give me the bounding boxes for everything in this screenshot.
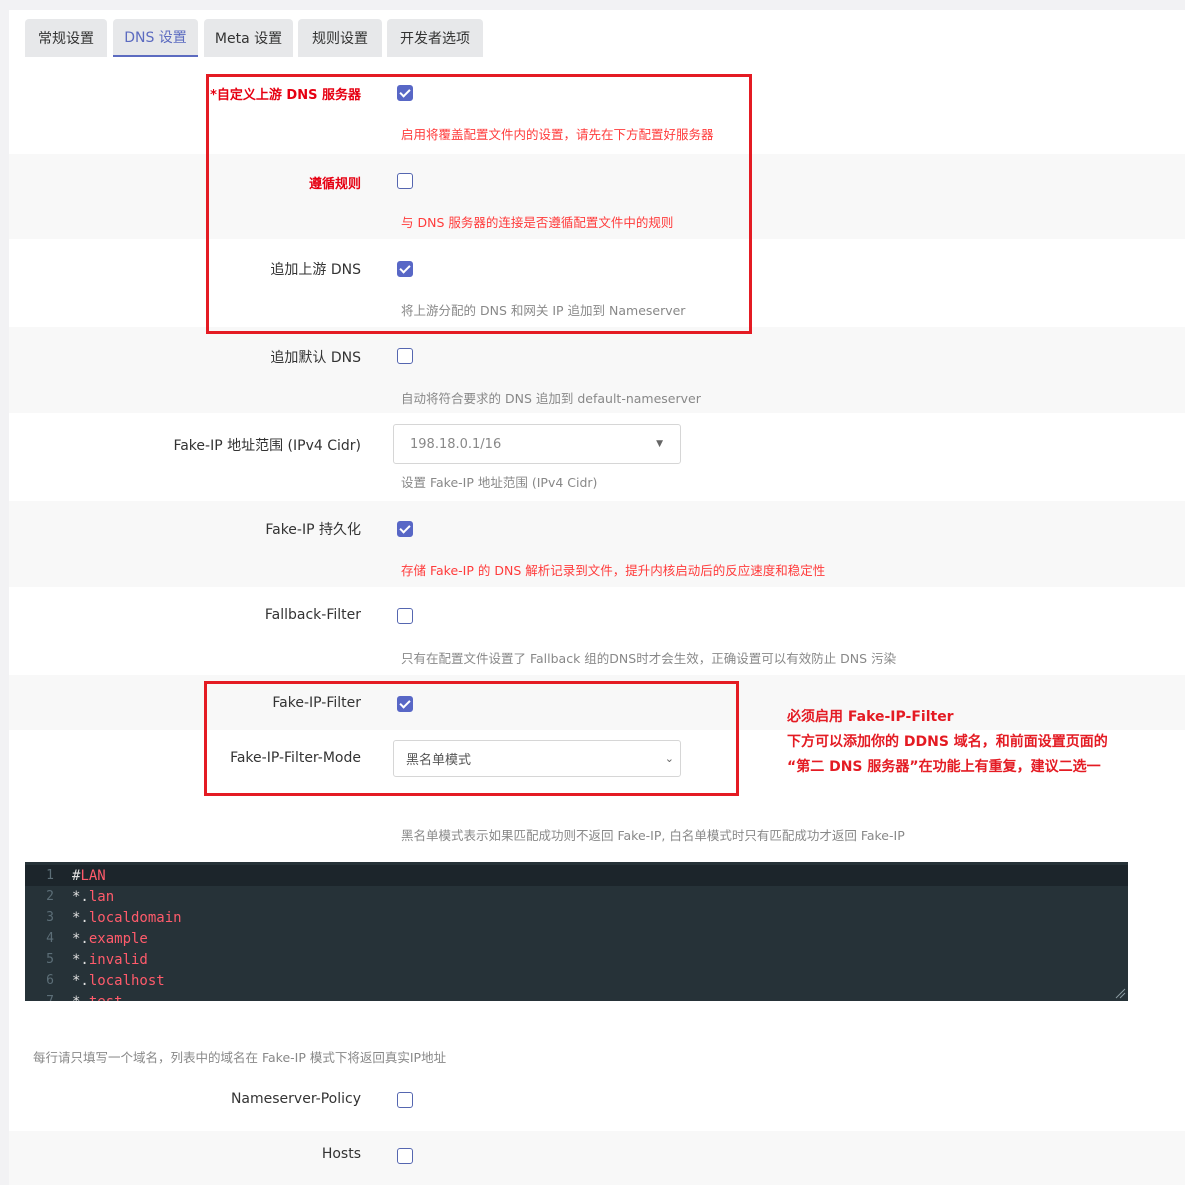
editor-hint: 每行请只填写一个域名，列表中的域名在 Fake-IP 模式下将返回真实IP地址	[33, 1050, 447, 1065]
tab-developer[interactable]: 开发者选项	[387, 19, 483, 57]
custom-upstream-desc: 启用将覆盖配置文件内的设置，请先在下方配置好服务器	[401, 127, 714, 142]
fakeip-range-value: 198.18.0.1/16	[410, 436, 502, 452]
annotation-line: 下方可以添加你的 DDNS 域名，和前面设置页面的	[787, 734, 1108, 750]
code-prefix: *.	[72, 972, 89, 989]
custom-upstream-label: *自定义上游 DNS 服务器	[210, 88, 361, 103]
line-number: 2	[46, 889, 54, 904]
follow-rules-checkbox[interactable]	[397, 173, 413, 189]
append-default-checkbox[interactable]	[397, 348, 413, 364]
code-prefix: *.	[72, 888, 89, 905]
editor-line: 6 *.localhost	[25, 970, 1128, 991]
fallback-filter-desc: 只有在配置文件设置了 Fallback 组的DNS时才会生效，正确设置可以有效防…	[401, 651, 897, 666]
fakeip-filter-mode-desc: 黑名单模式表示如果匹配成功则不返回 Fake-IP, 白名单模式时只有匹配成功才…	[401, 828, 905, 843]
append-default-label: 追加默认 DNS	[270, 350, 361, 366]
follow-rules-label: 遵循规则	[308, 177, 361, 192]
code-prefix: *.	[72, 930, 89, 947]
tab-rules[interactable]: 规则设置	[298, 19, 382, 57]
code-text: localdomain	[88, 909, 182, 926]
code-text: example	[88, 930, 148, 947]
follow-rules-desc: 与 DNS 服务器的连接是否遵循配置文件中的规则	[401, 215, 674, 230]
line-number: 1	[46, 868, 54, 883]
code-text: invalid	[88, 951, 148, 968]
code-text: LAN	[80, 867, 106, 884]
code-prefix: *.	[72, 909, 89, 926]
fakeip-filter-editor[interactable]: 1 #LAN 2 *.lan 3 *.localdomain 4 *.examp…	[25, 862, 1128, 1001]
editor-line: 2 *.lan	[25, 886, 1128, 907]
line-number: 3	[46, 910, 54, 925]
line-number: 4	[46, 931, 54, 946]
hosts-checkbox[interactable]	[397, 1148, 413, 1164]
annotation-line: 必须启用 Fake-IP-Filter	[787, 709, 954, 725]
fakeip-persist-desc: 存储 Fake-IP 的 DNS 解析记录到文件，提升内核启动后的反应速度和稳定…	[401, 563, 826, 578]
code-prefix: *.	[72, 951, 89, 968]
fallback-filter-label: Fallback-Filter	[264, 607, 361, 623]
code-text: test	[89, 994, 123, 1002]
fakeip-filter-mode-label: Fake-IP-Filter-Mode	[230, 750, 361, 766]
fallback-filter-checkbox[interactable]	[397, 608, 413, 624]
annotation-line: “第二 DNS 服务器”在功能上有重复，建议二选一	[787, 759, 1101, 775]
code-prefix: *.	[72, 994, 89, 1002]
fakeip-range-desc: 设置 Fake-IP 地址范围 (IPv4 Cidr)	[401, 475, 598, 490]
tab-meta[interactable]: Meta 设置	[204, 19, 293, 57]
nameserver-policy-label: Nameserver-Policy	[230, 1091, 361, 1107]
resize-handle-icon[interactable]	[1114, 987, 1126, 999]
chevron-down-icon: ⌄	[664, 752, 674, 765]
code-text: localhost	[88, 972, 165, 989]
fakeip-filter-label: Fake-IP-Filter	[272, 695, 361, 711]
editor-line: 5 *.invalid	[25, 949, 1128, 970]
annotation-text: 必须启用 Fake-IP-Filter 下方可以添加你的 DDNS 域名，和前面…	[787, 705, 1108, 780]
fakeip-persist-checkbox[interactable]	[397, 521, 413, 537]
editor-line: 3 *.localdomain	[25, 907, 1128, 928]
fakeip-filter-mode-select[interactable]: 黑名单模式 ⌄	[393, 740, 681, 777]
editor-line: 7 *.test	[25, 991, 1128, 1002]
code-text: lan	[88, 888, 115, 905]
editor-line: 4 *.example	[25, 928, 1128, 949]
fakeip-range-select[interactable]: 198.18.0.1/16 ▼	[393, 424, 681, 464]
nameserver-policy-checkbox[interactable]	[397, 1092, 413, 1108]
tab-general[interactable]: 常规设置	[25, 19, 107, 57]
editor-line: 1 #LAN	[25, 865, 1128, 886]
custom-upstream-checkbox[interactable]	[397, 85, 413, 101]
append-upstream-desc: 将上游分配的 DNS 和网关 IP 追加到 Nameserver	[401, 303, 686, 318]
fakeip-persist-label: Fake-IP 持久化	[265, 522, 361, 538]
line-number: 5	[46, 952, 54, 967]
append-upstream-checkbox[interactable]	[397, 261, 413, 277]
fakeip-range-label: Fake-IP 地址范围 (IPv4 Cidr)	[173, 438, 361, 454]
fakeip-filter-checkbox[interactable]	[397, 696, 413, 712]
caret-down-icon: ▼	[656, 439, 663, 449]
hosts-label: Hosts	[321, 1146, 361, 1162]
line-number: 6	[46, 973, 54, 988]
append-default-desc: 自动将符合要求的 DNS 追加到 default-nameserver	[401, 391, 701, 406]
tab-dns[interactable]: DNS 设置	[113, 19, 198, 57]
fakeip-filter-mode-value: 黑名单模式	[406, 753, 472, 768]
append-upstream-label: 追加上游 DNS	[270, 262, 361, 278]
line-number: 7	[25, 994, 68, 1001]
row-bg	[9, 1131, 1185, 1185]
